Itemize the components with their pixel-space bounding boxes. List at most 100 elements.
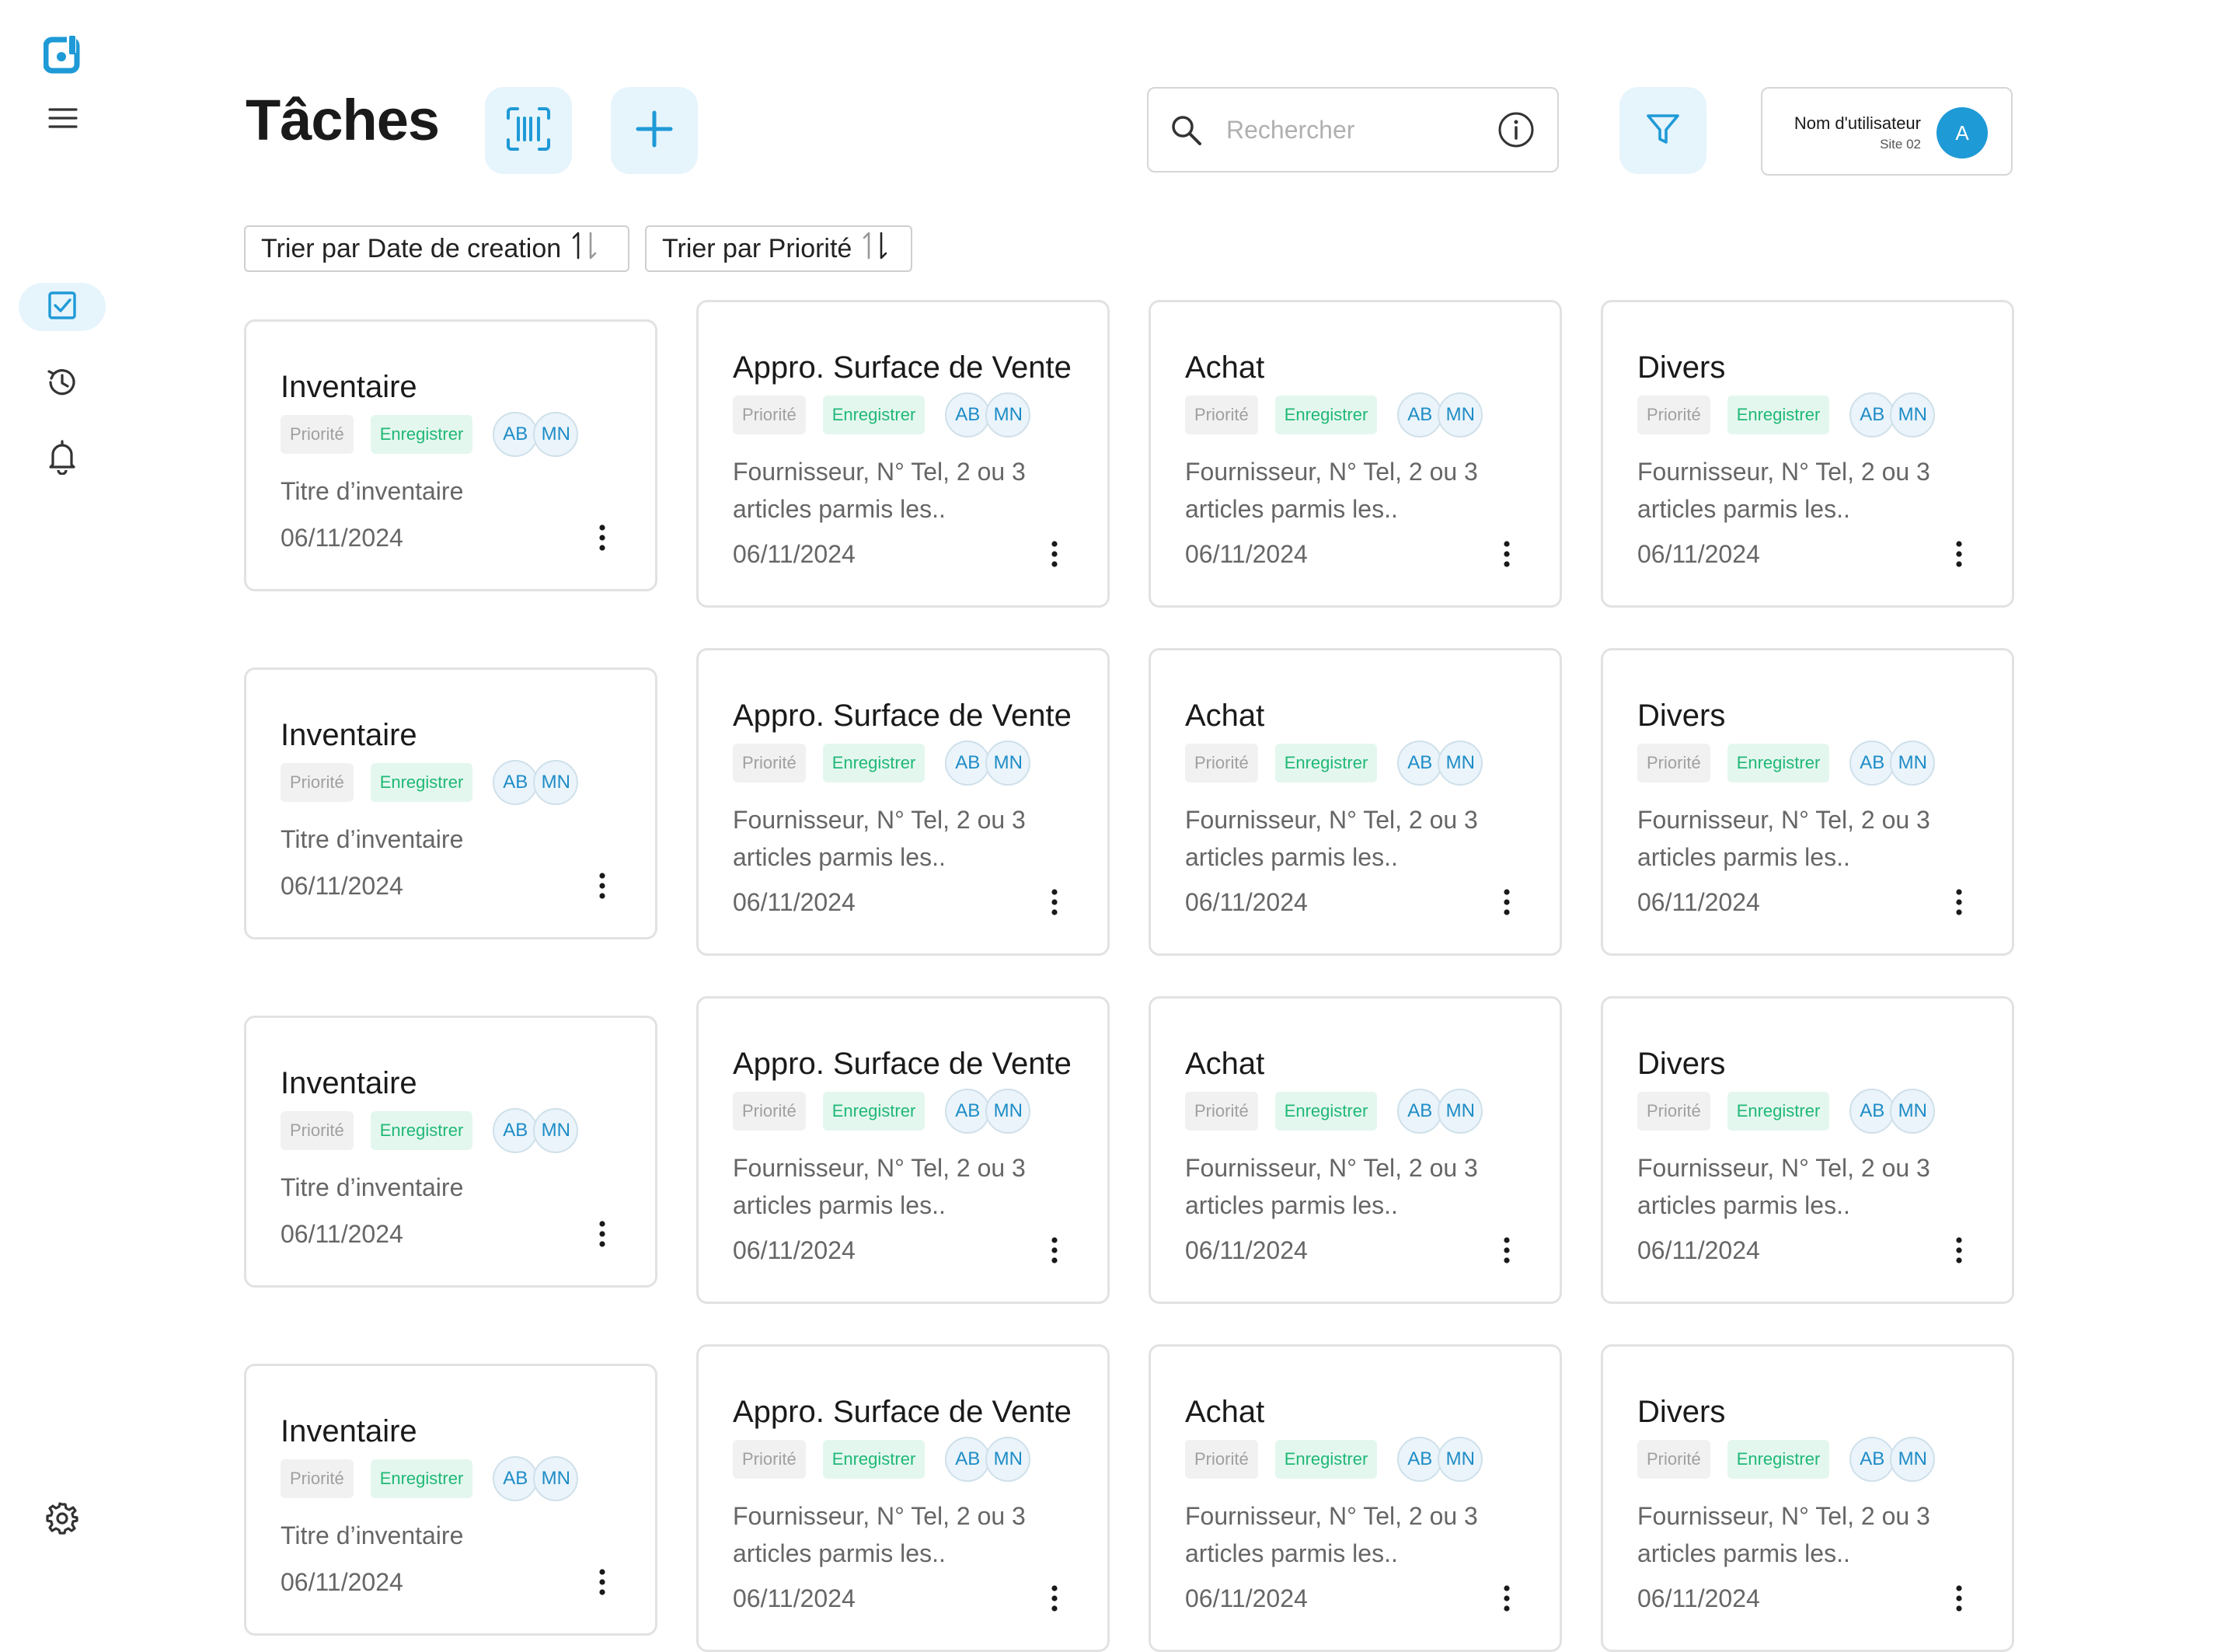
task-date: 06/11/2024 [733,540,856,568]
task-card[interactable]: Inventaire Priorité Enregistrer AB MN Tit… [244,319,657,591]
more-options-icon[interactable] [1951,538,1967,570]
assignee-avatars: AB MN [1849,1089,1936,1134]
task-card[interactable]: Appro. Surface de Vente Priorité Enregis… [696,1344,1110,1652]
filter-button[interactable] [1619,87,1706,174]
info-icon[interactable] [1497,110,1536,149]
task-title: Achat [1185,1047,1265,1081]
task-card[interactable]: Achat Priorité Enregistrer AB MN Fourniss… [1149,996,1562,1304]
status-badge: Enregistrer [1727,1440,1830,1479]
assignee-avatar: AB [1849,392,1895,437]
add-task-button[interactable] [611,87,698,174]
assignee-avatars: AB MN [945,741,1031,786]
status-badge: Enregistrer [1274,1092,1378,1131]
priority-badge: Priorité [1637,1440,1710,1479]
task-card[interactable]: Appro. Surface de Vente Priorité Enregis… [696,996,1110,1304]
task-card[interactable]: Inventaire Priorité Enregistrer AB MN Tit… [244,1364,657,1636]
task-card[interactable]: Inventaire Priorité Enregistrer AB MN Tit… [244,1016,657,1288]
more-options-icon[interactable] [594,1218,610,1249]
task-tags: Priorité Enregistrer AB MN [1185,392,1483,437]
task-tags: Priorité Enregistrer AB MN [733,741,1031,786]
user-profile[interactable]: Nom d'utilisateur Site 02 A [1761,87,2013,176]
assignee-avatar: AB [945,741,991,786]
more-options-icon[interactable] [594,1567,610,1598]
priority-badge: Priorité [281,1111,354,1150]
assignee-avatar: MN [1438,1437,1483,1482]
plus-icon [635,110,674,152]
task-card[interactable]: Divers Priorité Enregistrer AB MN Fournis… [1601,996,2014,1304]
assignee-avatar: AB [1849,741,1895,786]
history-icon[interactable] [42,362,82,403]
more-options-icon[interactable] [1047,1583,1062,1614]
search-input[interactable] [1225,114,1492,145]
sort-by-date-button[interactable]: Trier par Date de creation [244,225,629,272]
task-description: Fournisseur, N° Tel, 2 ou 3 articles par… [1637,458,1930,523]
more-options-icon[interactable] [1499,1235,1515,1266]
more-options-icon[interactable] [1951,1235,1967,1266]
status-badge: Enregistrer [822,396,926,434]
assignee-avatar: MN [1890,1437,1936,1482]
task-description: Fournisseur, N° Tel, 2 ou 3 articles par… [1637,806,1930,871]
assignee-avatar: AB [1397,1089,1443,1134]
more-options-icon[interactable] [1499,538,1515,570]
assignee-avatars: AB MN [493,412,579,457]
task-title: Inventaire [281,718,417,752]
scan-button[interactable] [485,87,572,174]
assignee-avatar: AB [1849,1089,1895,1134]
task-tags: Priorité Enregistrer AB MN [1185,1089,1483,1134]
sort-by-priority-button[interactable]: Trier par Priorité [645,225,912,272]
assignee-avatars: AB MN [1849,392,1936,437]
search-icon [1169,113,1203,147]
nav-tasks[interactable] [19,283,106,331]
task-card[interactable]: Achat Priorité Enregistrer AB MN Fourniss… [1149,300,1562,608]
tasks-icon [47,290,78,325]
priority-badge: Priorité [1637,744,1710,782]
priority-badge: Priorité [281,415,354,454]
more-options-icon[interactable] [1047,887,1062,918]
task-description: Fournisseur, N° Tel, 2 ou 3 articles par… [733,458,1026,523]
more-options-icon[interactable] [594,870,610,901]
task-date: 06/11/2024 [1637,540,1760,568]
task-card[interactable]: Divers Priorité Enregistrer AB MN Fournis… [1601,1344,2014,1652]
more-options-icon[interactable] [1047,1235,1062,1266]
assignee-avatar: MN [533,412,579,457]
task-card[interactable]: Divers Priorité Enregistrer AB MN Fournis… [1601,648,2014,956]
task-tags: Priorité Enregistrer AB MN [1637,1437,1936,1482]
task-tags: Priorité Enregistrer AB MN [733,392,1031,437]
assignee-avatar: AB [1849,1437,1895,1482]
assignee-avatar: MN [1438,741,1483,786]
assignee-avatars: AB MN [945,1089,1031,1134]
priority-badge: Priorité [1185,1092,1258,1131]
assignee-avatars: AB MN [1397,1089,1483,1134]
task-card[interactable]: Divers Priorité Enregistrer AB MN Fournis… [1601,300,2014,608]
task-card[interactable]: Achat Priorité Enregistrer AB MN Fourniss… [1149,648,1562,956]
assignee-avatar: MN [1438,392,1483,437]
more-options-icon[interactable] [594,522,610,553]
assignee-avatar: AB [1397,1437,1443,1482]
task-card[interactable]: Achat Priorité Enregistrer AB MN Fourniss… [1149,1344,1562,1652]
bell-icon[interactable] [42,437,82,477]
more-options-icon[interactable] [1499,1583,1515,1614]
assignee-avatars: AB MN [1849,741,1936,786]
assignee-avatar: AB [1397,741,1443,786]
task-title: Achat [1185,699,1265,733]
more-options-icon[interactable] [1951,887,1967,918]
status-badge: Enregistrer [370,763,473,802]
task-card[interactable]: Inventaire Priorité Enregistrer AB MN Tit… [244,667,657,939]
priority-badge: Priorité [281,763,354,802]
more-options-icon[interactable] [1499,887,1515,918]
task-title: Appro. Surface de Vente [733,1395,1072,1429]
assignee-avatars: AB MN [945,392,1031,437]
task-date: 06/11/2024 [1637,888,1760,916]
task-card[interactable]: Appro. Surface de Vente Priorité Enregis… [696,648,1110,956]
more-options-icon[interactable] [1047,538,1062,570]
more-options-icon[interactable] [1951,1583,1967,1614]
task-title: Inventaire [281,370,417,404]
task-card[interactable]: Appro. Surface de Vente Priorité Enregis… [696,300,1110,608]
status-badge: Enregistrer [370,1459,473,1498]
task-title: Achat [1185,1395,1265,1429]
priority-badge: Priorité [1185,396,1258,434]
menu-icon[interactable] [45,103,81,134]
assignee-avatar: AB [493,412,539,457]
status-badge: Enregistrer [1727,744,1830,782]
gear-icon[interactable] [42,1498,82,1539]
